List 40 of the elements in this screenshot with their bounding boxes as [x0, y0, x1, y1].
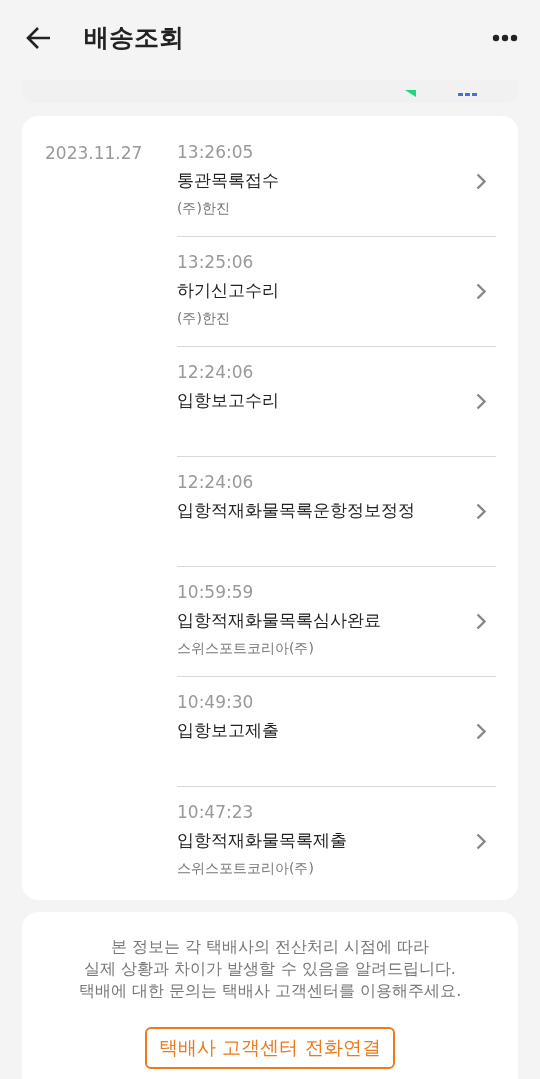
event-time: 10:47:23 [177, 801, 254, 823]
event-time: 12:24:06 [177, 361, 254, 383]
tracking-event[interactable]: 13:26:05 통관목록접수 (주)한진 [177, 127, 496, 237]
tracking-event[interactable]: 10:59:59 입항적재화물목록심사완료 스위스포트코리아(주) [177, 567, 496, 677]
event-status: 하기신고수리 [177, 279, 279, 302]
event-status: 입항적재화물목록심사완료 [177, 609, 381, 632]
tracking-event[interactable]: 12:24:06 입항보고수리 [177, 347, 496, 457]
triangle-icon [405, 90, 416, 97]
event-company: 스위스포트코리아(주) [177, 859, 314, 878]
event-time: 10:49:30 [177, 691, 254, 713]
tracking-event[interactable]: 10:47:23 입항적재화물목록제출 스위스포트코리아(주) [177, 787, 496, 897]
tracking-event[interactable]: 13:25:06 하기신고수리 (주)한진 [177, 237, 496, 347]
event-date: 2023.11.27 [45, 142, 144, 165]
chevron-icon [476, 613, 486, 630]
notice-text: 실제 상황과 차이가 발생할 수 있음을 알려드립니다. [84, 958, 456, 980]
notice-text: 택배에 대한 문의는 택배사 고객센터를 이용해주세요. [78, 980, 462, 1002]
chevron-icon [476, 393, 486, 410]
tracking-event[interactable]: 12:24:06 입항적재화물목록운항정보정정 [177, 457, 496, 567]
event-status: 입항보고제출 [177, 719, 279, 742]
event-status: 입항적재화물목록운항정보정정 [177, 499, 415, 522]
notice-text: 본 정보는 각 택배사의 전산처리 시점에 따라 [110, 936, 430, 958]
chevron-icon [476, 833, 486, 850]
tracking-event[interactable]: 10:49:30 입항보고제출 [177, 677, 496, 787]
event-status: 입항적재화물목록제출 [177, 829, 347, 852]
event-time: 13:25:06 [177, 251, 254, 273]
chevron-icon [476, 283, 486, 300]
event-time: 10:59:59 [177, 581, 254, 603]
event-status: 통관목록접수 [177, 169, 279, 192]
event-company: (주)한진 [177, 199, 230, 218]
chevron-icon [476, 173, 486, 190]
event-company: (주)한진 [177, 309, 230, 328]
event-company: 스위스포트코리아(주) [177, 639, 314, 658]
chevron-icon [476, 723, 486, 740]
event-status: 입항보고수리 [177, 389, 279, 412]
dash-icon [458, 93, 478, 96]
chevron-icon [476, 503, 486, 520]
event-time: 13:26:05 [177, 141, 254, 163]
more-icon[interactable] [492, 33, 518, 42]
event-time: 12:24:06 [177, 471, 254, 493]
page-title: 배송조회 [84, 22, 185, 54]
